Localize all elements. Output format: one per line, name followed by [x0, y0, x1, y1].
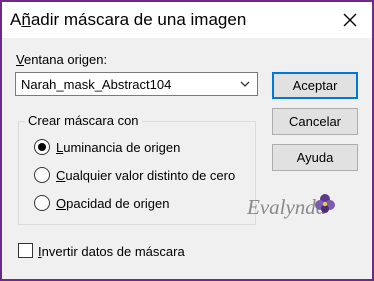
- radio-any-nonzero[interactable]: [34, 167, 50, 183]
- radio-selected-dot: [38, 143, 46, 151]
- help-button[interactable]: Ayuda: [272, 144, 358, 171]
- radio-any-nonzero-label[interactable]: Cualquier valor distinto de cero: [56, 168, 235, 183]
- radio-opacity-label[interactable]: Opacidad de origen: [56, 196, 169, 211]
- title-bar: Añadir máscara de una imagen: [2, 2, 372, 38]
- invert-mask-label[interactable]: Invertir datos de máscara: [38, 244, 185, 259]
- source-window-value: Narah_mask_Abstract104: [21, 77, 172, 92]
- close-button[interactable]: [332, 4, 368, 36]
- source-window-select[interactable]: Narah_mask_Abstract104: [15, 72, 258, 96]
- radio-luminance-label[interactable]: Luminancia de origen: [56, 140, 180, 155]
- cancel-button[interactable]: Cancelar: [272, 108, 358, 135]
- invert-mask-checkbox[interactable]: [18, 243, 33, 258]
- radio-luminance[interactable]: [34, 139, 50, 155]
- svg-text:Evalynda: Evalynda: [246, 195, 326, 219]
- evalynda-watermark: Evalynda: [246, 194, 335, 219]
- mask-source-group-legend: Crear máscara con: [25, 113, 142, 128]
- close-icon: [343, 13, 357, 27]
- accept-button[interactable]: Aceptar: [272, 72, 358, 99]
- chevron-down-icon: [240, 81, 250, 87]
- radio-opacity[interactable]: [34, 195, 50, 211]
- source-window-label: Ventana origen:: [16, 52, 108, 67]
- dialog-title: Añadir máscara de una imagen: [10, 10, 247, 29]
